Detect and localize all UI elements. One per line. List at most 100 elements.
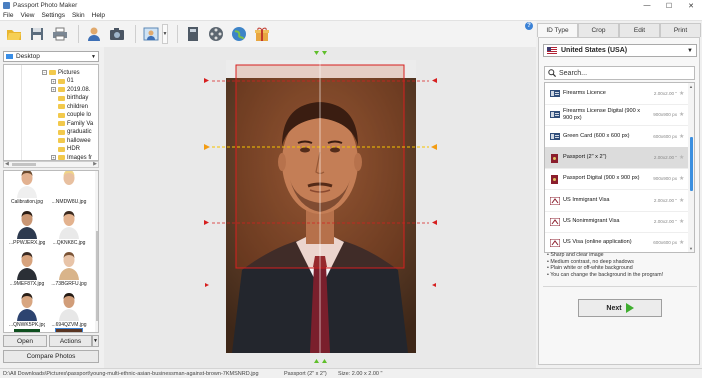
tab-print[interactable]: Print bbox=[660, 23, 701, 37]
visa-stamp-icon bbox=[549, 217, 561, 227]
print-button[interactable] bbox=[50, 24, 70, 44]
thumbnail-item[interactable]: ...PPWJERX.jpg bbox=[9, 206, 45, 248]
scrollbar-thumb[interactable] bbox=[690, 137, 693, 191]
thumbnail-item[interactable]: Calibration.jpg bbox=[9, 171, 45, 207]
tree-guide-line bbox=[21, 65, 22, 160]
thumbnail-item[interactable]: ...3UAF8RL.jpg bbox=[9, 329, 45, 332]
scrollbar-thumb[interactable] bbox=[96, 231, 98, 321]
video-button[interactable] bbox=[206, 24, 226, 44]
us-flag-icon bbox=[547, 47, 557, 54]
tab-crop[interactable]: Crop bbox=[578, 23, 619, 37]
book-icon bbox=[188, 27, 198, 41]
person-photo-icon bbox=[14, 288, 40, 321]
photo-canvas[interactable] bbox=[104, 47, 536, 368]
scroll-up-icon[interactable]: ▲ bbox=[689, 84, 693, 89]
thumbnail-item[interactable]: ...QKNK8C.jpg bbox=[51, 206, 87, 248]
favorite-star-icon[interactable]: ★ bbox=[679, 154, 684, 161]
window-controls: — ☐ ✕ bbox=[636, 0, 702, 11]
document-type-name: US Visa (online application) bbox=[563, 239, 632, 246]
close-button[interactable]: ✕ bbox=[680, 0, 702, 11]
next-button[interactable]: Next bbox=[578, 299, 662, 317]
scroll-down-icon[interactable]: ▼ bbox=[689, 246, 693, 251]
status-bar: D:\All Downloads\Pictures\passport\young… bbox=[0, 368, 702, 378]
document-type-item[interactable]: Firearms Licence 2.00x2.00 " ★ bbox=[545, 83, 688, 105]
guide-button[interactable] bbox=[183, 24, 203, 44]
portrait-photo[interactable] bbox=[212, 60, 429, 353]
thumbnail-item[interactable]: ...73BGRFU.jpg bbox=[51, 247, 87, 289]
photo-requirements: • Sharp and clear image • Medium contras… bbox=[547, 252, 697, 281]
document-type-item[interactable]: Passport (2" x 2") 2.00x2.00 " ★ bbox=[545, 146, 688, 169]
id-card-icon bbox=[550, 132, 560, 140]
tab-id-type[interactable]: ID Type bbox=[537, 23, 578, 37]
expand-icon[interactable]: + bbox=[51, 155, 56, 160]
folder-select[interactable]: Desktop ▼ bbox=[3, 51, 99, 62]
scroll-right-icon[interactable]: ▶ bbox=[93, 161, 97, 167]
thumbnail-item[interactable]: ...9MEF87X.jpg bbox=[9, 247, 45, 289]
favorite-star-icon[interactable]: ★ bbox=[679, 218, 684, 225]
menu-view[interactable]: View bbox=[20, 12, 34, 19]
gift-button[interactable] bbox=[252, 24, 272, 44]
menu-skin[interactable]: Skin bbox=[72, 12, 85, 19]
menu-file[interactable]: File bbox=[3, 12, 13, 19]
document-type-item[interactable]: US Nonimmigrant Visa 2.00x2.00 " ★ bbox=[545, 211, 688, 233]
id-card-icon bbox=[550, 90, 560, 97]
scrollbar-thumb[interactable] bbox=[12, 163, 36, 166]
status-size: Size: 2.00 x 2.00 " bbox=[338, 371, 383, 377]
thumbnail-image bbox=[14, 171, 40, 198]
compare-photos-button[interactable]: Compare Photos bbox=[3, 350, 99, 363]
tree-item-label: Pictures bbox=[58, 69, 80, 76]
scroll-left-icon[interactable]: ◀ bbox=[5, 161, 9, 167]
person-button[interactable] bbox=[84, 24, 104, 44]
background-button[interactable] bbox=[141, 24, 161, 44]
tree-horizontal-scrollbar[interactable]: ◀ ▶ bbox=[3, 161, 99, 168]
tree-item-label: 2019.08. bbox=[67, 86, 91, 93]
tab-edit[interactable]: Edit bbox=[619, 23, 660, 37]
tree-item-label: graduatic bbox=[67, 129, 92, 135]
background-dropdown[interactable]: ▼ bbox=[162, 24, 168, 44]
thumbnail-scrollbar[interactable] bbox=[95, 171, 98, 332]
document-type-item[interactable]: US Immigrant Visa 2.00x2.00 " ★ bbox=[545, 190, 688, 212]
thumbnail-item[interactable]: ...QNWK5PK.jpg bbox=[9, 288, 45, 330]
minimize-button[interactable]: — bbox=[636, 0, 658, 11]
thumbnail-item[interactable]: ...7KMSNRD.jpg bbox=[51, 328, 87, 332]
country-select[interactable]: United States (USA) ▼ bbox=[543, 44, 697, 57]
document-type-item[interactable]: Green Card (600 x 600 px) 600x600 px ★ bbox=[545, 126, 688, 148]
open-folder-button[interactable] bbox=[4, 24, 24, 44]
tree-item[interactable]: + Images fr bbox=[51, 153, 92, 160]
document-type-item[interactable]: Passport Digital (900 x 900 px) 900x900 p… bbox=[545, 168, 688, 191]
save-icon bbox=[31, 28, 43, 40]
camera-button[interactable] bbox=[107, 24, 127, 44]
thumbnail-item[interactable]: ...694QZVM.jpg bbox=[51, 288, 87, 330]
expand-icon[interactable]: + bbox=[51, 87, 56, 92]
folder-icon bbox=[49, 70, 56, 75]
help-icon[interactable]: ? bbox=[525, 22, 533, 30]
maximize-button[interactable]: ☐ bbox=[658, 0, 680, 11]
favorite-star-icon[interactable]: ★ bbox=[679, 111, 684, 118]
web-button[interactable] bbox=[229, 24, 249, 44]
folder-select-value: Desktop bbox=[16, 53, 40, 60]
favorite-star-icon[interactable]: ★ bbox=[679, 239, 684, 246]
menu-settings[interactable]: Settings bbox=[41, 12, 65, 19]
favorite-star-icon[interactable]: ★ bbox=[679, 197, 684, 204]
favorite-star-icon[interactable]: ★ bbox=[679, 90, 684, 97]
document-type-item[interactable]: Firearms License Digital (900 x 900 px) 9… bbox=[545, 104, 688, 127]
search-input[interactable]: Search... bbox=[544, 66, 695, 80]
thumbnail-item[interactable]: ...NMDW8U.jpg bbox=[51, 171, 87, 207]
menu-help[interactable]: Help bbox=[92, 12, 105, 19]
search-placeholder: Search... bbox=[559, 69, 588, 77]
toolbar-separator bbox=[177, 25, 178, 43]
open-button[interactable]: Open bbox=[3, 335, 47, 347]
save-button[interactable] bbox=[27, 24, 47, 44]
folder-tree[interactable]: − Pictures +01 +2019.08. birthday children cou… bbox=[3, 64, 99, 161]
expand-icon[interactable]: + bbox=[51, 78, 56, 84]
image-icon bbox=[143, 27, 159, 41]
document-list-scrollbar[interactable]: ▲ ▼ bbox=[688, 83, 694, 252]
actions-dropdown[interactable]: ▼ bbox=[92, 335, 99, 347]
actions-button[interactable]: Actions bbox=[49, 335, 92, 347]
tree-item-label: children bbox=[67, 103, 89, 110]
document-type-item[interactable]: US Visa (online application) 600x600 px ★ bbox=[545, 232, 688, 252]
favorite-star-icon[interactable]: ★ bbox=[679, 133, 684, 140]
collapse-icon[interactable]: − bbox=[42, 70, 47, 75]
thumbnail-filename: ...QNWK5PK.jpg bbox=[9, 322, 45, 328]
favorite-star-icon[interactable]: ★ bbox=[679, 175, 684, 182]
